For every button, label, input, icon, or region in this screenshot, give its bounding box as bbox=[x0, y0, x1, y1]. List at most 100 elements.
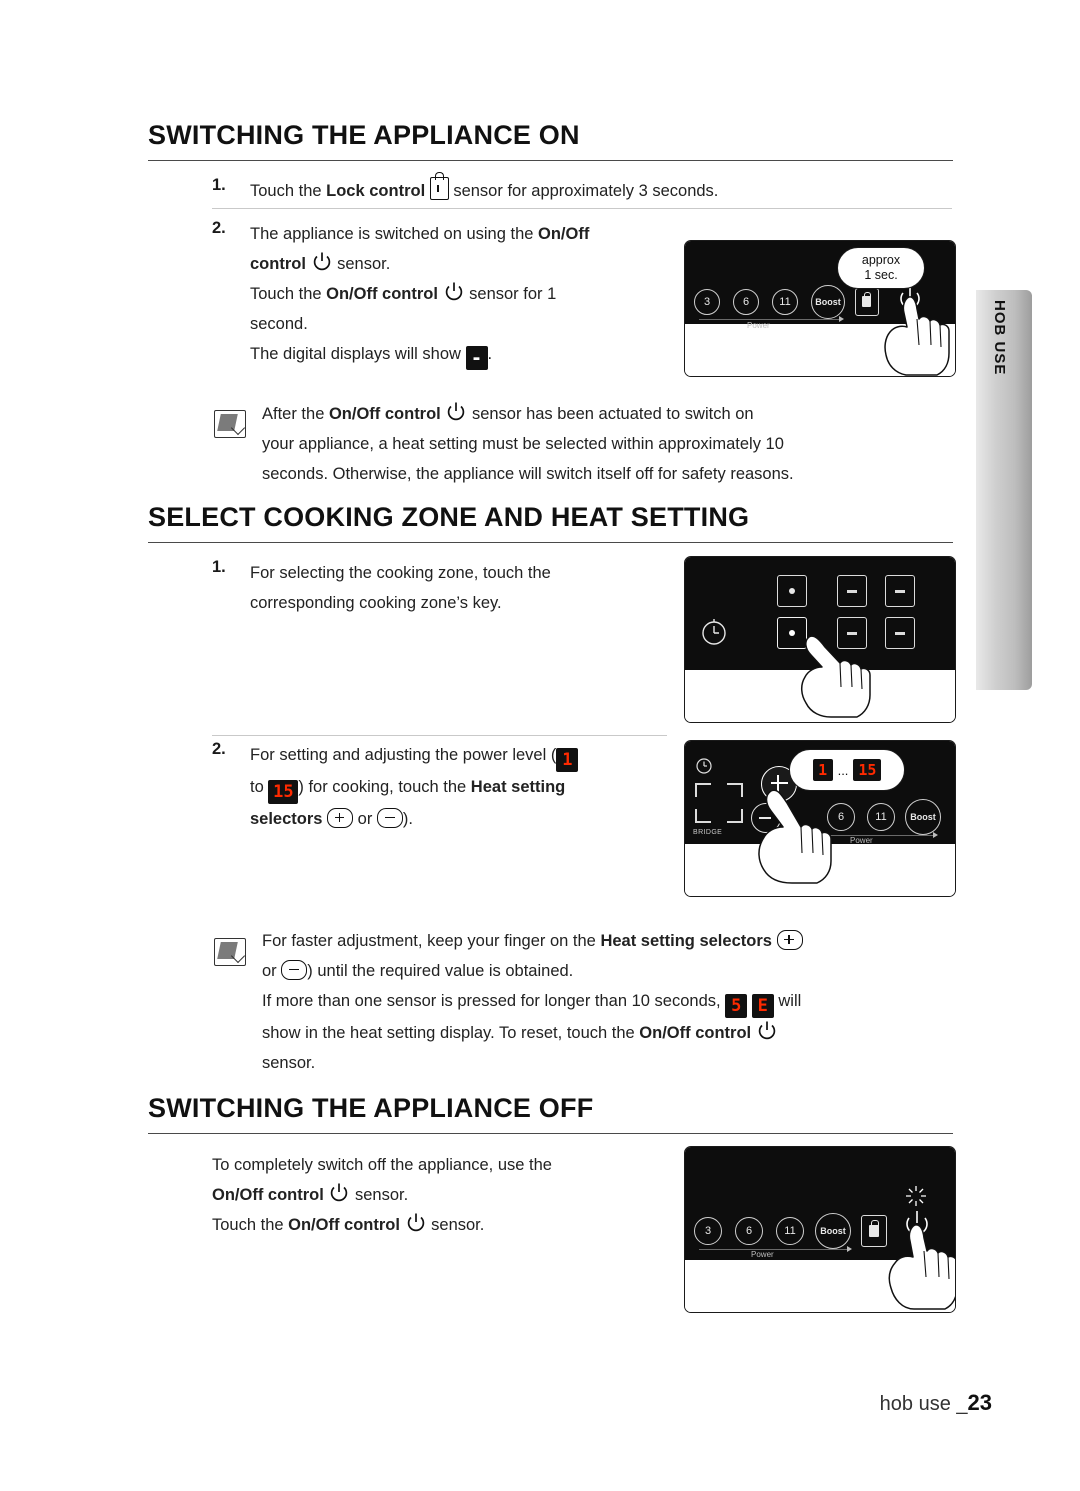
power-icon bbox=[445, 401, 467, 423]
knob-boost[interactable]: Boost bbox=[815, 1213, 851, 1249]
footer-text: hob use _ bbox=[879, 1393, 968, 1415]
bubble-approx: approx 1 sec. bbox=[837, 247, 925, 289]
minus-icon[interactable] bbox=[376, 808, 403, 828]
step-1-text-b: sensor for approximately 3 seconds. bbox=[448, 182, 719, 200]
hand-pointer bbox=[791, 627, 877, 722]
hand-pointer bbox=[747, 785, 839, 890]
step-2-line3-b: On/Off control bbox=[326, 285, 438, 303]
s3-line3-a: Touch the bbox=[212, 1216, 289, 1234]
power-label: Power bbox=[751, 1250, 774, 1259]
knob-3[interactable]: 3 bbox=[694, 289, 720, 315]
plus-icon[interactable] bbox=[776, 930, 803, 950]
note-2-line3-a: If more than one sensor is pressed for l… bbox=[262, 992, 726, 1010]
divider bbox=[212, 208, 952, 209]
bubble-dots: ... bbox=[837, 762, 849, 778]
zone-key-top-right[interactable] bbox=[885, 575, 915, 607]
step-2-text: The appliance is switched on using the O… bbox=[250, 219, 680, 370]
zone-key-bottom-right[interactable] bbox=[885, 617, 915, 649]
step-2-line5-b: . bbox=[487, 345, 493, 363]
zone-key-top-left[interactable] bbox=[777, 575, 807, 607]
step-number: 2. bbox=[212, 740, 226, 758]
note-1-text: After the On/Off control sensor has been… bbox=[262, 399, 952, 489]
knob-6[interactable]: 6 bbox=[735, 1217, 763, 1245]
power-arrow bbox=[847, 1246, 852, 1252]
note-2-line2-a: or bbox=[262, 962, 282, 980]
knob-6[interactable]: 6 bbox=[733, 289, 759, 315]
note-2-text: For faster adjustment, keep your finger … bbox=[262, 926, 962, 1078]
power-arrow bbox=[839, 316, 844, 322]
note-2-line3-b: will bbox=[773, 992, 802, 1010]
knob-boost[interactable]: Boost bbox=[811, 285, 845, 319]
s2-step2-line2-c: Heat setting bbox=[470, 778, 566, 796]
step-2-line3-a: Touch the bbox=[250, 285, 327, 303]
step-2-line5-a: The digital displays will show bbox=[250, 345, 461, 363]
s3-line1: To completely switch off the appliance, … bbox=[212, 1156, 552, 1174]
note-2-line4-a: show in the heat setting display. To res… bbox=[262, 1024, 640, 1042]
knob-11[interactable]: 11 bbox=[772, 289, 798, 315]
step-2-line2-a: sensor. bbox=[332, 255, 391, 273]
s2-step2-line2-a: to bbox=[250, 778, 269, 796]
note-1-line3: seconds. Otherwise, the appliance will s… bbox=[262, 465, 794, 483]
heading-switching-on: SWITCHING THE APPLIANCE ON bbox=[148, 120, 953, 161]
plus-icon[interactable] bbox=[327, 808, 354, 828]
illustration-switch-off: 3 6 11 Boost Power bbox=[684, 1146, 956, 1313]
s3-line3-c: sensor. bbox=[426, 1216, 485, 1234]
note-1-line1-b: On/Off control bbox=[328, 405, 441, 423]
manual-page: HOB USE SWITCHING THE APPLIANCE ON 1. To… bbox=[0, 0, 1080, 1491]
s3-line2-a: sensor. bbox=[350, 1186, 409, 1204]
step-2-line1-a: The appliance is switched on using the bbox=[250, 225, 539, 243]
s2-step1-line2: corresponding cooking zone’s key. bbox=[250, 594, 502, 612]
divider bbox=[212, 735, 667, 736]
note-icon bbox=[214, 410, 246, 438]
error-segment-e: E bbox=[751, 994, 774, 1018]
zone-key-top-mid[interactable] bbox=[837, 575, 867, 607]
knob-boost[interactable]: Boost bbox=[905, 799, 941, 835]
step-number: 1. bbox=[212, 176, 226, 194]
knob-11[interactable]: 11 bbox=[867, 803, 895, 831]
s2-step2-line3-c: ). bbox=[402, 810, 413, 828]
note-2-line1-a: For faster adjustment, keep your finger … bbox=[262, 932, 601, 950]
step-2-line3-c: sensor for 1 bbox=[464, 285, 557, 303]
step-number: 2. bbox=[212, 219, 226, 237]
s3-line3-b: On/Off control bbox=[288, 1216, 400, 1234]
hand-pointer bbox=[877, 1221, 955, 1312]
heading-switching-off: SWITCHING THE APPLIANCE OFF bbox=[148, 1093, 953, 1134]
sunburst-icon bbox=[905, 1185, 927, 1212]
display-segment-15: 15 bbox=[268, 780, 299, 804]
s2-step2-line3-b: or bbox=[353, 810, 377, 828]
timer-icon[interactable] bbox=[695, 757, 713, 780]
power-line bbox=[699, 319, 839, 320]
step-number: 1. bbox=[212, 558, 226, 576]
s3-line2-b: On/Off control bbox=[212, 1186, 324, 1204]
step-2-line2-b: control bbox=[250, 255, 306, 273]
power-icon bbox=[756, 1020, 778, 1042]
footer-page-number: 23 bbox=[967, 1390, 992, 1415]
illustration-select-zone bbox=[684, 556, 956, 723]
timer-icon[interactable] bbox=[699, 617, 729, 652]
s3-step-text: To completely switch off the appliance, … bbox=[212, 1150, 662, 1240]
step-2-line4: second. bbox=[250, 315, 308, 333]
s2-step-2-text: For setting and adjusting the power leve… bbox=[250, 740, 670, 834]
knob-3[interactable]: 3 bbox=[694, 1217, 722, 1245]
power-icon bbox=[405, 1212, 427, 1234]
s2-step-1-text: For selecting the cooking zone, touch th… bbox=[250, 558, 670, 618]
note-1-line1-c: sensor has been actuated to switch on bbox=[467, 405, 754, 423]
hand-pointer bbox=[873, 293, 955, 376]
power-arrow bbox=[933, 832, 938, 838]
step-1-text-a: Touch the bbox=[250, 182, 327, 200]
s2-step2-line1-a: For setting and adjusting the power leve… bbox=[250, 746, 557, 764]
s2-step2-line2-b: ) for cooking, touch the bbox=[298, 778, 471, 796]
bubble-line-2: 1 sec. bbox=[864, 268, 898, 282]
error-segment-5: 5 bbox=[725, 994, 748, 1018]
note-2-line2-b: ) until the required value is obtained. bbox=[307, 962, 574, 980]
minus-icon[interactable] bbox=[281, 960, 308, 980]
note-1-line1-a: After the bbox=[262, 405, 329, 423]
bubble-line-1: approx bbox=[861, 253, 901, 267]
step-1-bold: Lock control bbox=[326, 182, 426, 200]
power-icon bbox=[443, 281, 465, 303]
note-1-line2: your appliance, a heat setting must be s… bbox=[262, 435, 784, 453]
step-2-line1-b: On/Off bbox=[538, 225, 590, 243]
s2-step2-line3-a: selectors bbox=[250, 810, 323, 828]
illustration-switch-on: 3 6 11 Boost Power approx 1 sec. bbox=[684, 240, 956, 377]
knob-11[interactable]: 11 bbox=[776, 1217, 804, 1245]
